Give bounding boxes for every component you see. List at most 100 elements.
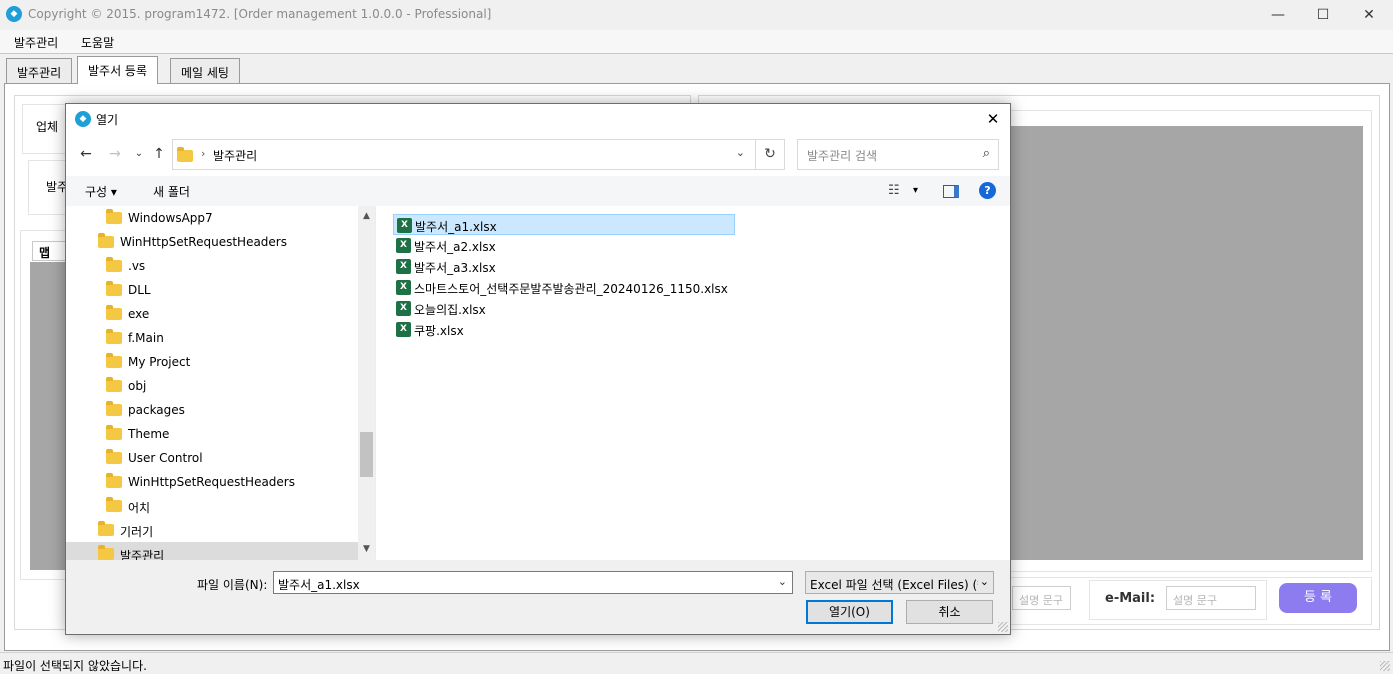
folder-icon [106, 329, 122, 344]
folder-icon [106, 353, 122, 368]
tree-item-label: My Project [128, 355, 191, 369]
tree-item-label: 기러기 [120, 525, 154, 539]
up-arrow-icon[interactable]: ↑ [149, 144, 169, 164]
search-box[interactable]: 발주관리 검색 ⌕ [797, 139, 999, 170]
tab-strip: 발주관리 발주서 등록 메일 세팅 [0, 55, 1393, 84]
file-name: 쿠팡.xlsx [414, 324, 464, 338]
tree-item[interactable]: 기러기 [66, 518, 358, 542]
view-options-icon[interactable]: ☷ [888, 183, 900, 198]
menu-help[interactable]: 도움말 [81, 34, 114, 51]
tree-item[interactable]: .vs [66, 254, 358, 278]
search-icon[interactable]: ⌕ [983, 146, 990, 161]
resize-grip-icon[interactable] [1380, 661, 1390, 671]
back-arrow-icon[interactable]: ← [76, 144, 96, 164]
navigation-pane: WindowsApp7 WinHttpSetRequestHeaders .vs DL… [66, 206, 375, 560]
tree-item[interactable]: Theme [66, 422, 358, 446]
tree-item-label: Theme [128, 427, 170, 441]
folder-icon [98, 545, 114, 560]
excel-file-icon: X [396, 280, 411, 295]
menu-bar: 발주관리 도움말 [0, 30, 1393, 54]
dialog-title: 열기 [96, 113, 119, 127]
address-bar[interactable]: › 발주관리 ⌄ [172, 139, 784, 170]
tree-item-label: WindowsApp7 [128, 211, 213, 225]
excel-file-icon: X [396, 238, 411, 253]
dialog-close-button[interactable]: ✕ [982, 108, 1004, 130]
tree-item[interactable]: f.Main [66, 326, 358, 350]
tab-order-register[interactable]: 발주서 등록 [77, 56, 159, 84]
tree-item[interactable]: obj [66, 374, 358, 398]
dialog-resize-grip-icon[interactable] [998, 622, 1008, 632]
recent-locations-chevron-icon[interactable]: ⌄ [129, 144, 149, 164]
minimize-button[interactable]: — [1255, 0, 1301, 30]
preview-pane-icon[interactable] [943, 185, 959, 198]
tree-item[interactable]: WinHttpSetRequestHeaders [66, 470, 358, 494]
file-item[interactable]: X 발주서_a1.xlsx [393, 214, 735, 235]
folder-icon [106, 281, 122, 296]
tree-item[interactable]: packages [66, 398, 358, 422]
cancel-button[interactable]: 취소 [906, 600, 993, 624]
file-type-value[interactable]: Excel 파일 선택 (Excel Files) (*.xlsx) [810, 576, 978, 593]
new-folder-button[interactable]: 새 폴더 [153, 183, 190, 200]
register-button[interactable]: 등 록 [1279, 583, 1357, 613]
folder-icon [98, 521, 114, 536]
scroll-thumb[interactable] [360, 432, 373, 477]
tree-item-label: DLL [128, 283, 151, 297]
status-bar: 파일이 선택되지 않았습니다. [0, 652, 1393, 674]
tree-item-label: packages [128, 403, 185, 417]
folder-icon [106, 473, 122, 488]
dialog-title-bar: ◆ 열기 ✕ [66, 104, 1010, 134]
dialog-bottom-pane: 파일 이름(N): 발주서_a1.xlsx ⌄ Excel 파일 선택 (Exc… [66, 560, 1010, 634]
tree-item-label: WinHttpSetRequestHeaders [120, 235, 287, 249]
excel-file-icon: X [396, 301, 411, 316]
tree-item[interactable]: WindowsApp7 [66, 206, 358, 230]
tree-item-label: 어치 [128, 501, 151, 515]
filename-dropdown-icon[interactable]: ⌄ [778, 575, 787, 588]
status-text: 파일이 선택되지 않았습니다. [3, 659, 147, 673]
forward-arrow-icon[interactable]: → [105, 144, 125, 164]
tree-item-label: WinHttpSetRequestHeaders [128, 475, 295, 489]
scroll-up-arrow-icon[interactable]: ▲ [358, 208, 375, 225]
tree-item[interactable]: WinHttpSetRequestHeaders [66, 230, 358, 254]
address-path[interactable]: 발주관리 [213, 147, 257, 164]
tab-order-management[interactable]: 발주관리 [6, 58, 73, 83]
tree-item[interactable]: My Project [66, 350, 358, 374]
folder-icon [106, 209, 122, 224]
open-button[interactable]: 열기(O) [806, 600, 893, 624]
menu-order-management[interactable]: 발주관리 [14, 34, 58, 51]
organize-menu[interactable]: 구성 ▾ [85, 183, 117, 200]
tree-item[interactable]: DLL [66, 278, 358, 302]
file-type-dropdown-icon[interactable]: ⌄ [980, 575, 989, 588]
address-dropdown-icon[interactable]: ⌄ [736, 146, 745, 159]
navigation-scrollbar[interactable]: ▲ ▼ [358, 206, 375, 560]
scroll-down-arrow-icon[interactable]: ▼ [358, 541, 375, 558]
folder-icon [106, 449, 122, 464]
tree-item-label: exe [128, 307, 150, 321]
email-label: e-Mail: [1105, 591, 1156, 606]
close-button[interactable]: ✕ [1346, 0, 1392, 30]
folder-icon [177, 147, 193, 162]
maximize-button[interactable]: ☐ [1300, 0, 1346, 30]
tab-mail-settings[interactable]: 메일 세팅 [170, 58, 240, 83]
tree-item-label: obj [128, 379, 147, 393]
tree-item[interactable]: 어치 [66, 494, 358, 518]
folder-icon [98, 233, 114, 248]
description-input-2[interactable]: 설명 문구 [1166, 586, 1256, 610]
file-type-select[interactable]: Excel 파일 선택 (Excel Files) (*.xlsx) ⌄ [805, 571, 994, 594]
filename-input[interactable]: 발주서_a1.xlsx ⌄ [273, 571, 793, 594]
folder-icon [106, 425, 122, 440]
file-list: X 발주서_a1.xlsx X 발주서_a2.xlsx X 발주서_a3.xlsx X 스마트… [375, 206, 1010, 560]
tree-item[interactable]: 발주관리 [66, 542, 358, 560]
tree-item[interactable]: exe [66, 302, 358, 326]
refresh-icon[interactable]: ↻ [755, 139, 785, 170]
breadcrumb-chevron-icon[interactable]: › [201, 147, 205, 160]
view-options-caret[interactable]: ▾ [913, 185, 918, 196]
title-bar: ◆ Copyright © 2015. program1472. [Order … [0, 0, 1393, 30]
file-name: 발주서_a1.xlsx [415, 220, 497, 234]
tree-item[interactable]: User Control [66, 446, 358, 470]
filename-value[interactable]: 발주서_a1.xlsx [278, 576, 360, 593]
file-name: 오늘의집.xlsx [414, 303, 486, 317]
help-icon[interactable]: ? [979, 182, 996, 199]
order-grid [30, 262, 66, 570]
description-input-1[interactable]: 설명 문구 [1012, 586, 1071, 610]
grid-header: 맵 [32, 241, 66, 261]
